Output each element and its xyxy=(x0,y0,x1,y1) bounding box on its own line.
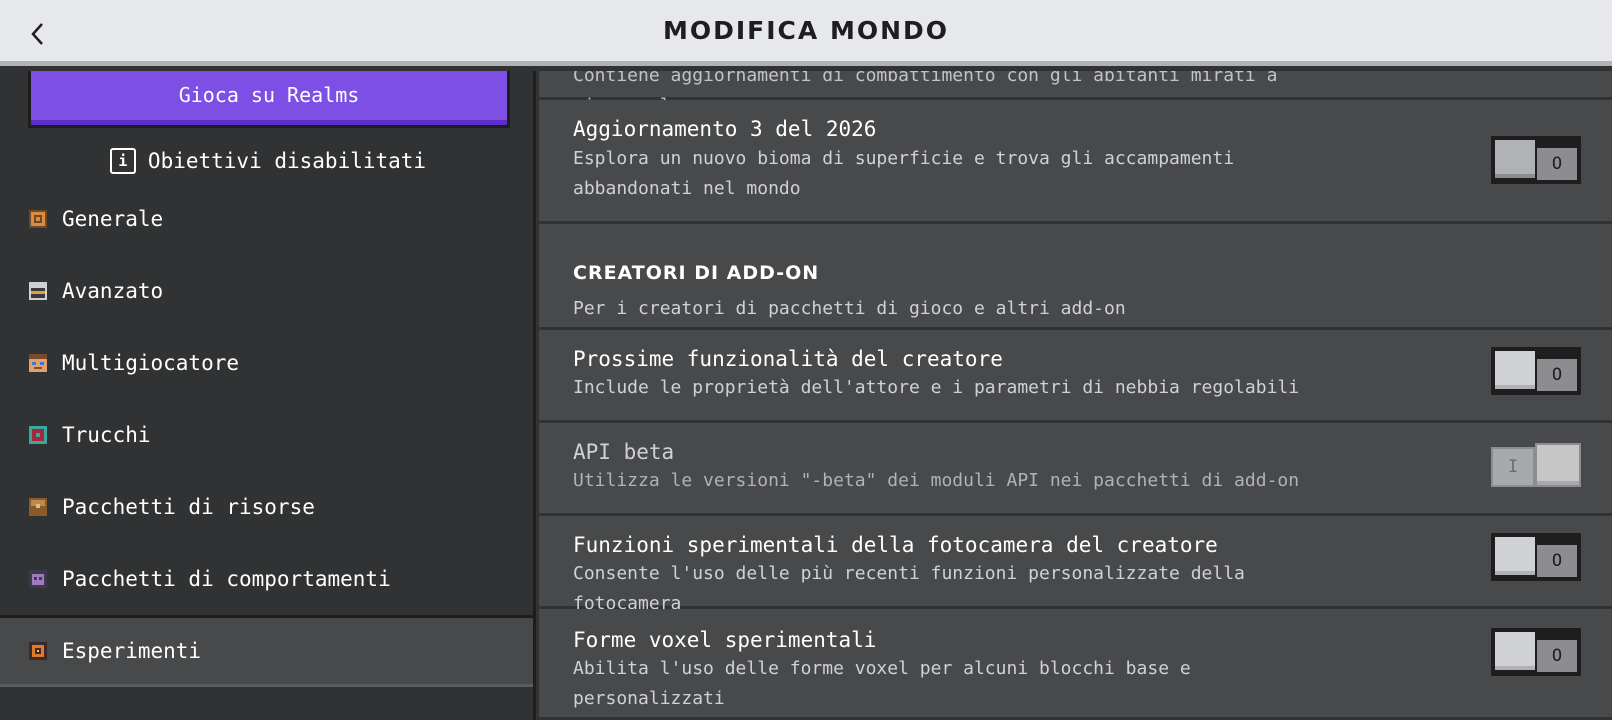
experiment-row-api-beta: API beta Utilizza le versioni "-beta" de… xyxy=(539,423,1612,516)
objectives-status: i Obiettivi disabilitati xyxy=(0,144,536,178)
sidebar-item-pacchetti-comportamenti[interactable]: Pacchetti di comportamenti xyxy=(0,543,533,615)
experiment-row-title: Forme voxel sperimentali xyxy=(573,628,877,652)
toggle-knob xyxy=(1493,630,1537,672)
experiment-row-title: Aggiornamento 3 del 2026 xyxy=(573,117,877,141)
sidebar-item-multigiocatore[interactable]: Multigiocatore xyxy=(0,327,533,399)
experiment-toggle-api-beta: I xyxy=(1491,443,1581,491)
experiment-row-upcoming-creator-features: Prossime funzionalità del creatore Inclu… xyxy=(539,330,1612,423)
sidebar-item-label: Pacchetti di risorse xyxy=(62,495,315,519)
experiment-row-title: API beta xyxy=(573,440,675,464)
info-icon: i xyxy=(109,148,136,174)
experiment-row-voxel-shapes: Forme voxel sperimentali Abilita l'uso d… xyxy=(539,609,1612,720)
experiment-row-creator-camera: Funzioni sperimentali della fotocamera d… xyxy=(539,516,1612,614)
experiment-row-description: Esplora un nuovo bioma di superficie e t… xyxy=(573,148,1235,169)
experiment-row-update: Aggiornamento 3 del 2026 Esplora un nuov… xyxy=(539,100,1612,224)
toggle-off-glyph: O xyxy=(1535,146,1579,182)
experiment-row-partial: Contiene aggiornamenti di combattimento … xyxy=(539,71,1612,116)
experiment-row-description: Include le proprietà dell'attore e i par… xyxy=(573,377,1300,398)
experiment-toggle-voxel-shapes[interactable]: O xyxy=(1491,628,1581,676)
toggle-knob xyxy=(1493,349,1537,391)
cheat-block-icon xyxy=(28,425,48,445)
section-subtitle: Per i creatori di pacchetti di gioco e a… xyxy=(573,298,1126,319)
behavior-pack-icon xyxy=(28,569,48,589)
page-title: MODIFICA MONDO xyxy=(662,16,950,45)
sidebar-item-label: Generale xyxy=(62,207,164,231)
experiment-row-title: Prossime funzionalità del creatore xyxy=(573,347,1003,371)
toggle-knob xyxy=(1493,138,1537,180)
gear-icon xyxy=(28,209,48,229)
sidebar-item-avanzato[interactable]: Avanzato xyxy=(0,255,533,327)
sidebar: Gioca su Realms i Obiettivi disabilitati… xyxy=(0,71,536,720)
experiment-toggle-update[interactable]: O xyxy=(1491,136,1581,184)
toggle-on-glyph: I xyxy=(1491,447,1535,487)
resource-pack-icon xyxy=(28,497,48,517)
play-on-realms-label: Gioca su Realms xyxy=(178,83,360,107)
sidebar-nav: Generale Avanzato Multigiocatore Trucchi… xyxy=(0,183,533,687)
toggle-knob xyxy=(1535,443,1581,487)
experiment-row-title: Funzioni sperimentali della fotocamera d… xyxy=(573,533,1218,557)
top-bar: MODIFICA MONDO xyxy=(0,0,1612,66)
sidebar-item-generale[interactable]: Generale xyxy=(0,183,533,255)
sidebar-item-label: Trucchi xyxy=(62,423,151,447)
sidebar-item-pacchetti-risorse[interactable]: Pacchetti di risorse xyxy=(0,471,533,543)
toggle-off-glyph: O xyxy=(1535,357,1579,393)
sidebar-item-label: Esperimenti xyxy=(62,639,202,663)
toggle-knob xyxy=(1493,535,1537,577)
sidebar-item-esperimenti[interactable]: Esperimenti xyxy=(0,615,533,687)
sidebar-item-label: Pacchetti di comportamenti xyxy=(62,567,391,591)
player-face-icon xyxy=(28,353,48,373)
experiment-row-description: Utilizza le versioni "-beta" dei moduli … xyxy=(573,470,1300,491)
sidebar-item-label: Multigiocatore xyxy=(62,351,240,375)
experiment-toggle-upcoming-creator-features[interactable]: O xyxy=(1491,347,1581,395)
toggle-off-glyph: O xyxy=(1535,543,1579,579)
experiment-toggle-creator-camera[interactable]: O xyxy=(1491,533,1581,581)
sidebar-item-label: Avanzato xyxy=(62,279,164,303)
section-title: CREATORI DI ADD-ON xyxy=(573,262,820,284)
experiment-row-description: abbandonati nel mondo xyxy=(573,178,801,199)
objectives-label: Obiettivi disabilitati xyxy=(147,149,427,173)
experiments-panel: Contiene aggiornamenti di combattimento … xyxy=(539,71,1612,720)
experiment-icon xyxy=(28,641,48,661)
sidebar-item-trucchi[interactable]: Trucchi xyxy=(0,399,533,471)
chest-icon xyxy=(28,281,48,301)
experiment-row-description: Abilita l'uso delle forme voxel per alcu… xyxy=(573,658,1191,709)
play-on-realms-button[interactable]: Gioca su Realms xyxy=(28,71,510,128)
section-addon-creators: CREATORI DI ADD-ON Per i creatori di pac… xyxy=(539,224,1612,330)
toggle-off-glyph: O xyxy=(1535,638,1579,674)
